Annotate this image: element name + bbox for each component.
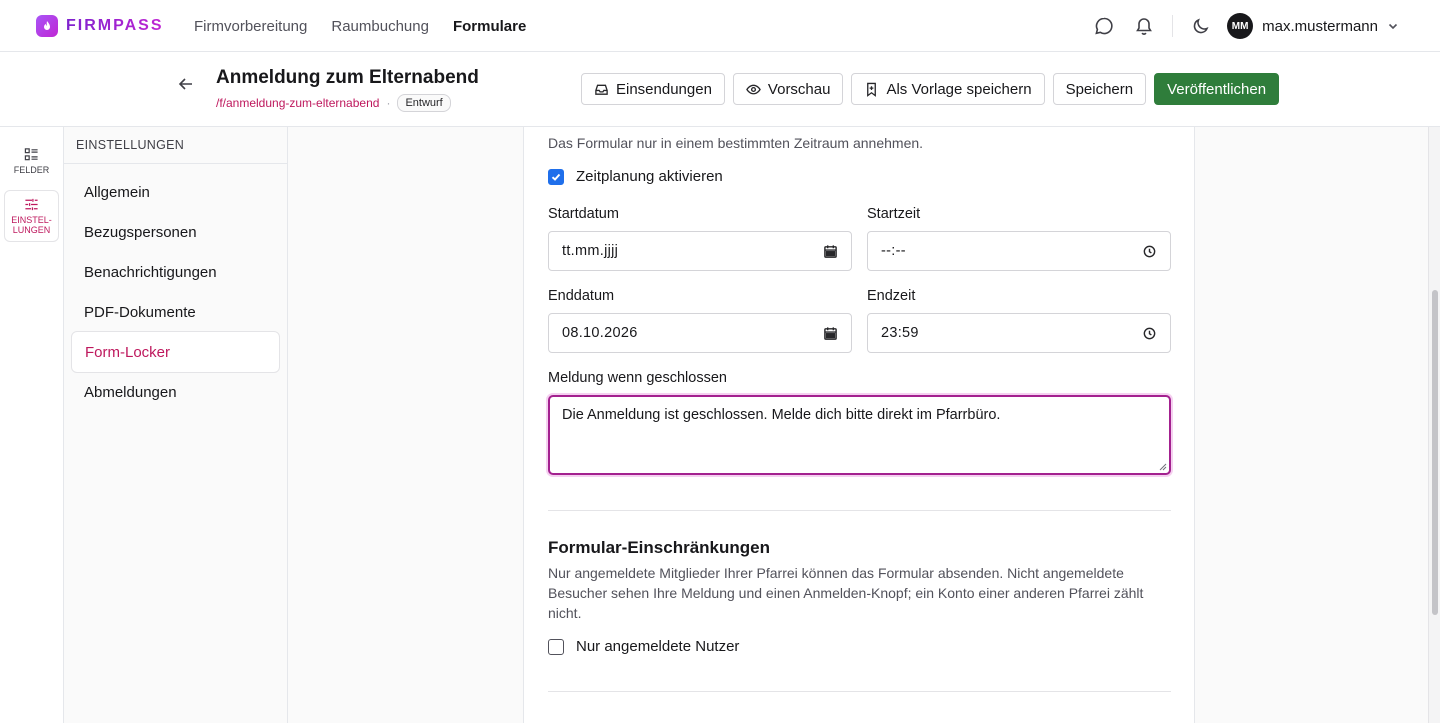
start-time-value: --:-- [881,243,906,259]
settings-item-benachrichtigungen[interactable]: Benachrichtigungen [71,252,280,292]
top-navigation: FIRMPASS Firmvorbereitung Raumbuchung Fo… [0,0,1440,52]
page-title: Anmeldung zum Elternabend [216,67,479,88]
check-icon [551,173,561,181]
nav-link-raumbuchung[interactable]: Raumbuchung [331,18,429,35]
schedule-enable-checkbox[interactable] [548,168,564,185]
end-time-value: 23:59 [881,325,919,341]
end-date-value: 08.10.2026 [562,325,638,341]
username[interactable]: max.mustermann [1262,18,1378,35]
list-icon [24,148,38,161]
schedule-enable-row[interactable]: Zeitplanung aktivieren [548,168,723,185]
bell-icon[interactable] [1132,14,1156,38]
settings-item-form-locker[interactable]: Form-Locker [71,331,280,373]
resize-handle-icon[interactable] [1159,463,1167,471]
eye-icon [746,84,761,94]
nav-separator [1172,15,1174,37]
start-time-input[interactable]: --:-- [867,231,1171,271]
clock-icon[interactable] [1142,326,1157,341]
flame-icon [36,15,58,37]
calendar-icon[interactable] [823,326,838,341]
logged-in-only-label: Nur angemeldete Nutzer [576,638,740,655]
settings-item-allgemein[interactable]: Allgemein [71,172,280,212]
meta-separator: · [386,96,391,110]
submissions-label: Einsendungen [616,80,712,98]
settings-item-abmeldungen[interactable]: Abmeldungen [71,372,280,412]
sliders-icon [25,198,38,211]
nav-right: MM max.mustermann [1076,0,1400,52]
start-date-input[interactable]: tt.mm.jjjj [548,231,852,271]
settings-heading: EINSTELLUNGEN [64,127,287,164]
header-actions: Einsendungen Vorschau Als Vorlage speich… [581,73,1280,105]
calendar-icon[interactable] [823,244,838,259]
scrollbar-thumb[interactable] [1432,290,1438,615]
left-rail: FELDER EINSTEL- LUNGEN [0,127,64,723]
avatar[interactable]: MM [1227,13,1254,39]
page-scrollbar[interactable] [1428,127,1440,723]
save-template-button[interactable]: Als Vorlage speichern [851,73,1045,105]
publish-button[interactable]: Veröffentlichen [1154,73,1280,105]
preview-label: Vorschau [767,80,831,98]
chat-icon[interactable] [1092,14,1116,38]
start-time-label: Startzeit [867,206,921,222]
arrow-left-icon[interactable] [176,74,196,94]
logged-in-only-checkbox[interactable] [548,638,564,655]
nav-link-firmvorbereitung[interactable]: Firmvorbereitung [194,18,307,35]
save-button[interactable]: Speichern [1052,73,1147,105]
main-content: Das Formular nur in einem bestimmten Zei… [288,127,1428,723]
restrictions-description: Nur angemeldete Mitglieder Ihrer Pfarrei… [548,565,1144,621]
restrictions-title: Formular-Einschränkungen [548,538,770,557]
settings-item-bezugspersonen[interactable]: Bezugspersonen [71,212,280,252]
nav-link-formulare[interactable]: Formulare [453,18,526,35]
start-date-label: Startdatum [548,206,619,222]
inbox-icon [595,84,608,95]
moon-icon[interactable] [1189,14,1213,38]
status-badge: Entwurf [397,94,451,112]
save-template-label: Als Vorlage speichern [886,80,1032,98]
page-meta: /f/anmeldung-zum-elternabend · Entwurf [216,94,451,112]
clock-icon[interactable] [1142,244,1157,259]
schedule-enable-label: Zeitplanung aktivieren [576,168,723,185]
rail-settings-label-1: EINSTEL- [11,215,52,225]
end-time-input[interactable]: 23:59 [867,313,1171,353]
publish-label: Veröffentlichen [1167,80,1267,98]
submissions-button[interactable]: Einsendungen [581,73,725,105]
preview-button[interactable]: Vorschau [732,73,844,105]
rail-settings-label-2: LUNGEN [12,225,51,235]
closed-message-value: Die Anmeldung ist geschlossen. Melde dic… [562,407,1001,423]
settings-card: Das Formular nur in einem bestimmten Zei… [523,127,1195,723]
rail-item-settings[interactable]: EINSTEL- LUNGEN [4,190,59,242]
page-header: Anmeldung zum Elternabend /f/anmeldung-z… [0,52,1440,127]
end-date-input[interactable]: 08.10.2026 [548,313,852,353]
settings-sidebar: EINSTELLUNGEN Allgemein Bezugspersonen B… [64,127,288,723]
form-slug[interactable]: /f/anmeldung-zum-elternabend [216,96,379,110]
settings-item-pdf-dokumente[interactable]: PDF-Dokumente [71,292,280,332]
save-label: Speichern [1065,80,1134,98]
section-divider [548,691,1171,692]
bookmark-plus-icon [867,82,877,97]
rail-fields-label: FELDER [13,165,50,175]
closed-message-label: Meldung wenn geschlossen [548,370,727,386]
brand-logo[interactable]: FIRMPASS [36,14,163,38]
closed-message-textarea[interactable]: Die Anmeldung ist geschlossen. Melde dic… [548,395,1171,475]
start-date-value: tt.mm.jjjj [562,243,619,259]
section-divider [548,510,1171,511]
brand-name: FIRMPASS [66,17,164,34]
rail-item-fields[interactable]: FELDER [4,135,59,187]
main-nav: Firmvorbereitung Raumbuchung Formulare [194,0,526,52]
chevron-down-icon[interactable] [1386,19,1400,33]
end-date-label: Enddatum [548,288,615,304]
end-time-label: Endzeit [867,288,916,304]
schedule-description: Das Formular nur in einem bestimmten Zei… [548,135,924,151]
logged-in-only-row[interactable]: Nur angemeldete Nutzer [548,638,739,655]
